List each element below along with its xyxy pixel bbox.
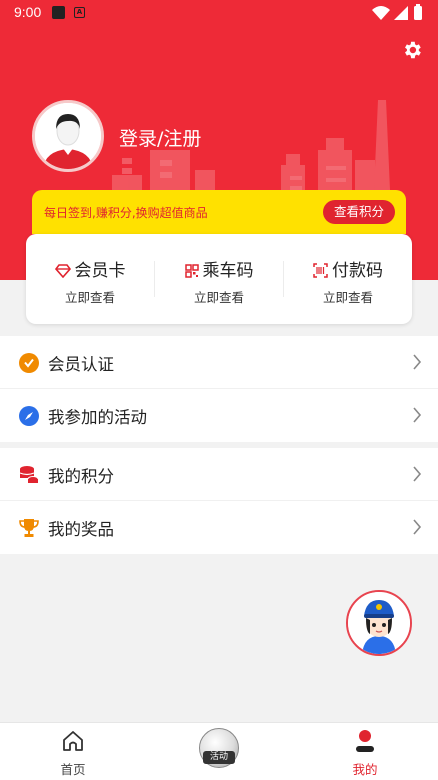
- profile-icon: [356, 730, 374, 752]
- tab-activity-label: 活动: [203, 751, 235, 764]
- status-time: 9:00: [14, 4, 42, 20]
- payment-code-title: 付款码: [332, 261, 383, 281]
- settings-gear-icon[interactable]: [401, 39, 423, 61]
- battery-icon: [414, 6, 422, 20]
- menu-label: 我的奖品: [48, 520, 114, 539]
- ride-code-entry[interactable]: 乘车码 立即查看: [155, 234, 283, 324]
- ride-code-subtitle: 立即查看: [193, 290, 244, 305]
- user-avatar[interactable]: [32, 100, 104, 172]
- home-icon: [63, 731, 83, 751]
- notification-app-icon: [52, 6, 65, 19]
- chevron-right-icon: [413, 466, 422, 482]
- customer-service-mascot-button[interactable]: [346, 590, 412, 656]
- signal-icon: [394, 6, 408, 20]
- menu-item-member-verification[interactable]: 会员认证: [0, 336, 438, 389]
- tab-home-label: 首页: [60, 762, 86, 777]
- activity-ball-icon: 活动: [199, 728, 239, 768]
- default-avatar-icon: [35, 103, 101, 169]
- menu-label: 会员认证: [48, 355, 114, 374]
- diamond-icon: [54, 264, 71, 279]
- member-card-title: 会员卡: [74, 261, 126, 281]
- status-icons: [372, 4, 422, 20]
- ride-code-title: 乘车码: [202, 261, 254, 281]
- wifi-icon: [372, 6, 390, 20]
- notification-badge-icon: A: [74, 7, 85, 18]
- status-bar: 9:00 A: [0, 0, 438, 26]
- barcode-scan-icon: [313, 263, 328, 278]
- qr-code-icon: [184, 264, 199, 278]
- menu-item-my-activities[interactable]: 我参加的活动: [0, 389, 438, 442]
- payment-code-entry[interactable]: 付款码 立即查看: [284, 234, 412, 324]
- member-card-entry[interactable]: 会员卡 立即查看: [26, 234, 154, 324]
- chevron-right-icon: [413, 354, 422, 370]
- tab-home[interactable]: 首页: [0, 723, 146, 780]
- chevron-right-icon: [413, 519, 422, 535]
- tab-profile[interactable]: 我的: [292, 723, 438, 780]
- chevron-right-icon: [413, 407, 422, 423]
- login-register-link[interactable]: 登录/注册: [119, 124, 201, 151]
- menu-item-my-prizes[interactable]: 我的奖品: [0, 501, 438, 554]
- menu-group-rewards: 我的积分 我的奖品: [0, 448, 438, 554]
- bottom-tab-bar: 首页 活动 我的: [0, 722, 438, 780]
- compass-icon: [19, 406, 39, 426]
- menu-label: 我的积分: [48, 467, 114, 486]
- trophy-icon: [19, 519, 39, 537]
- menu-label: 我参加的活动: [48, 408, 147, 427]
- police-mascot-icon: [348, 592, 410, 654]
- menu-group-membership: 会员认证 我参加的活动: [0, 336, 438, 442]
- verified-badge-icon: [19, 353, 39, 373]
- daily-signin-banner[interactable]: 每日签到,赚积分,换购超值商品 查看积分: [32, 190, 406, 234]
- signin-promo-text: 每日签到,赚积分,换购超值商品: [44, 206, 208, 220]
- tab-profile-label: 我的: [352, 762, 378, 777]
- payment-code-subtitle: 立即查看: [322, 290, 373, 305]
- tab-activity[interactable]: 活动: [146, 723, 292, 780]
- coins-stack-icon: [19, 466, 39, 483]
- member-card-subtitle: 立即查看: [64, 290, 115, 305]
- view-points-button[interactable]: 查看积分: [322, 200, 395, 224]
- quick-access-card: 会员卡 立即查看 乘车码 立即查看 付款码 立即查看: [26, 234, 412, 324]
- menu-item-my-points[interactable]: 我的积分: [0, 448, 438, 501]
